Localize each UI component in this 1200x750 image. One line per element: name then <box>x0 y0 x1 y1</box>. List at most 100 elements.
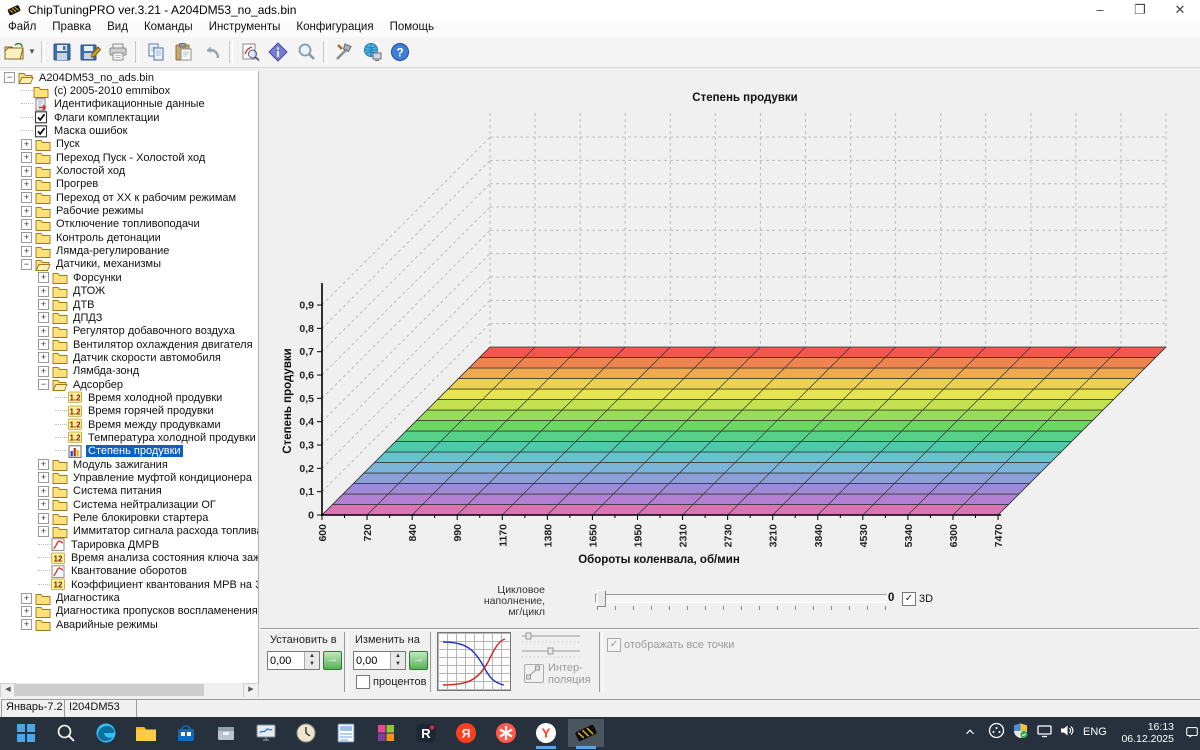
tree-item[interactable]: Тарировка ДМРВ <box>0 538 258 551</box>
search-taskbar-button[interactable] <box>48 719 84 747</box>
tree-item[interactable]: 1.2Время между продувками <box>0 418 258 431</box>
close-button[interactable]: ✕ <box>1160 0 1200 20</box>
slider-thumb[interactable] <box>597 590 606 607</box>
tree-item[interactable]: +ДТВ <box>0 298 258 311</box>
tree-item[interactable]: 12Коэффициент квантования МРВ на 32 <box>0 578 258 591</box>
expand-toggle[interactable]: + <box>38 499 49 510</box>
expand-toggle[interactable]: + <box>21 139 32 150</box>
network-button[interactable] <box>359 39 385 65</box>
tree-item[interactable]: +Иммитатор сигнала расхода топлива <box>0 525 258 538</box>
app-colorful-icon[interactable] <box>368 719 404 747</box>
tree-item[interactable]: Флаги комплектации <box>0 111 258 124</box>
app-box-icon[interactable] <box>208 719 244 747</box>
tree-item[interactable]: +Отключение топливоподачи <box>0 218 258 231</box>
copy-button[interactable] <box>143 39 169 65</box>
expand-toggle[interactable]: + <box>38 472 49 483</box>
expand-toggle[interactable]: + <box>21 206 32 217</box>
apply-change-button[interactable]: → <box>409 651 428 670</box>
cycle-fill-slider[interactable] <box>595 594 887 603</box>
tree-item[interactable]: +Аварийные режимы <box>0 618 258 631</box>
tree-item[interactable]: Идентификационные данные <box>0 98 258 111</box>
tree-item[interactable]: +ДПДЗ <box>0 311 258 324</box>
surface-chart[interactable]: 00,10,20,30,40,50,60,70,80,9600720840990… <box>259 71 1200 576</box>
tree-item[interactable]: +Переход от ХХ к рабочим режимам <box>0 191 258 204</box>
tree-item[interactable]: 1.2Температура холодной продувки <box>0 431 258 444</box>
expand-toggle[interactable]: + <box>38 459 49 470</box>
set-to-input[interactable] <box>268 652 304 669</box>
red-asterisk-icon[interactable] <box>488 719 524 747</box>
tree-item[interactable]: 1.2Время холодной продувки <box>0 391 258 404</box>
network-tray-icon[interactable] <box>1036 722 1053 742</box>
spin-arrows-icon[interactable]: ▲▼ <box>304 652 319 669</box>
tree-item[interactable]: +Контроль детонации <box>0 231 258 244</box>
tools-button[interactable] <box>331 39 357 65</box>
menu-item-7[interactable]: Помощь <box>382 20 442 34</box>
undo-button[interactable] <box>199 39 225 65</box>
expand-toggle[interactable]: + <box>38 526 49 537</box>
tree-item[interactable]: +Рабочие режимы <box>0 204 258 217</box>
menu-item-5[interactable]: Инструменты <box>201 20 289 34</box>
tree-item[interactable]: +Реле блокировки стартера <box>0 511 258 524</box>
expand-toggle[interactable]: + <box>38 326 49 337</box>
expand-toggle[interactable]: + <box>38 486 49 497</box>
tree-item[interactable]: +Система нейтрализации ОГ <box>0 498 258 511</box>
tree-item[interactable]: +ДТОЖ <box>0 285 258 298</box>
tree-item[interactable]: Степень продувки <box>0 445 258 458</box>
expand-toggle[interactable]: + <box>21 246 32 257</box>
expand-toggle[interactable]: + <box>38 286 49 297</box>
tree-item[interactable]: +Переход Пуск - Холостой ход <box>0 151 258 164</box>
minimize-button[interactable]: – <box>1080 0 1120 20</box>
expand-toggle[interactable]: + <box>21 219 32 230</box>
edge-icon[interactable] <box>88 719 124 747</box>
expand-toggle[interactable]: + <box>21 179 32 190</box>
notification-center-icon[interactable] <box>1185 725 1199 742</box>
expand-toggle[interactable]: + <box>38 352 49 363</box>
tree-item[interactable]: 12Время анализа состояния ключа зажигани… <box>0 551 258 564</box>
change-by-spinbox[interactable]: ▲▼ <box>353 651 406 670</box>
expand-toggle[interactable]: − <box>38 379 49 390</box>
show-all-points-checkbox[interactable]: ✓ <box>607 638 621 652</box>
curve-preview[interactable] <box>437 632 511 691</box>
tray-user-icon[interactable] <box>988 722 1005 742</box>
menu-item-6[interactable]: Конфигурация <box>288 20 381 34</box>
tree-item[interactable]: +Вентилятор охлаждения двигателя <box>0 338 258 351</box>
expand-toggle[interactable]: + <box>21 166 32 177</box>
help-button[interactable]: ? <box>387 39 413 65</box>
tree-item[interactable]: +Форсунки <box>0 271 258 284</box>
expand-toggle[interactable]: + <box>38 513 49 524</box>
menu-item-1[interactable]: Файл <box>0 20 44 34</box>
paste-button[interactable] <box>171 39 197 65</box>
clock-app-icon[interactable] <box>288 719 324 747</box>
save-button[interactable] <box>49 39 75 65</box>
tree-item[interactable]: (c) 2005-2010 emmibox <box>0 84 258 97</box>
menu-item-3[interactable]: Вид <box>99 20 136 34</box>
expand-toggle[interactable]: + <box>21 593 32 604</box>
tree-item[interactable]: +Лямда-регулирование <box>0 244 258 257</box>
3d-checkbox[interactable]: ✓ <box>902 592 916 606</box>
set-to-spinbox[interactable]: ▲▼ <box>267 651 320 670</box>
store-icon[interactable] <box>168 719 204 747</box>
tree-item[interactable]: +Диагностика <box>0 591 258 604</box>
expand-toggle[interactable]: + <box>38 312 49 323</box>
preview-button[interactable] <box>237 39 263 65</box>
tray-chevron-icon[interactable] <box>963 725 977 742</box>
open-dropdown-arrow[interactable]: ▼ <box>28 39 38 65</box>
yandex-icon[interactable]: Я <box>448 719 484 747</box>
save-as-button[interactable] <box>77 39 103 65</box>
menu-item-4[interactable]: Команды <box>136 20 201 34</box>
expand-toggle[interactable]: + <box>38 299 49 310</box>
tree-horizontal-scrollbar[interactable]: ◀ ▶ <box>0 683 259 697</box>
file-explorer-icon[interactable] <box>128 719 164 747</box>
start-button[interactable] <box>8 719 44 747</box>
interpolation-button[interactable] <box>524 664 544 683</box>
tree-item[interactable]: Квантование оборотов <box>0 565 258 578</box>
expand-toggle[interactable]: + <box>21 619 32 630</box>
r-app-icon[interactable]: R <box>408 719 444 747</box>
volume-icon[interactable] <box>1058 722 1075 742</box>
percent-checkbox[interactable] <box>356 675 370 689</box>
tree-item[interactable]: +Система питания <box>0 485 258 498</box>
clock[interactable]: 16:13 06.12.2025 <box>1108 721 1174 745</box>
apply-set-button[interactable]: → <box>323 651 342 670</box>
tree-item[interactable]: +Управление муфтой кондиционера <box>0 471 258 484</box>
tree-item[interactable]: +Диагностика пропусков воспламенения <box>0 605 258 618</box>
